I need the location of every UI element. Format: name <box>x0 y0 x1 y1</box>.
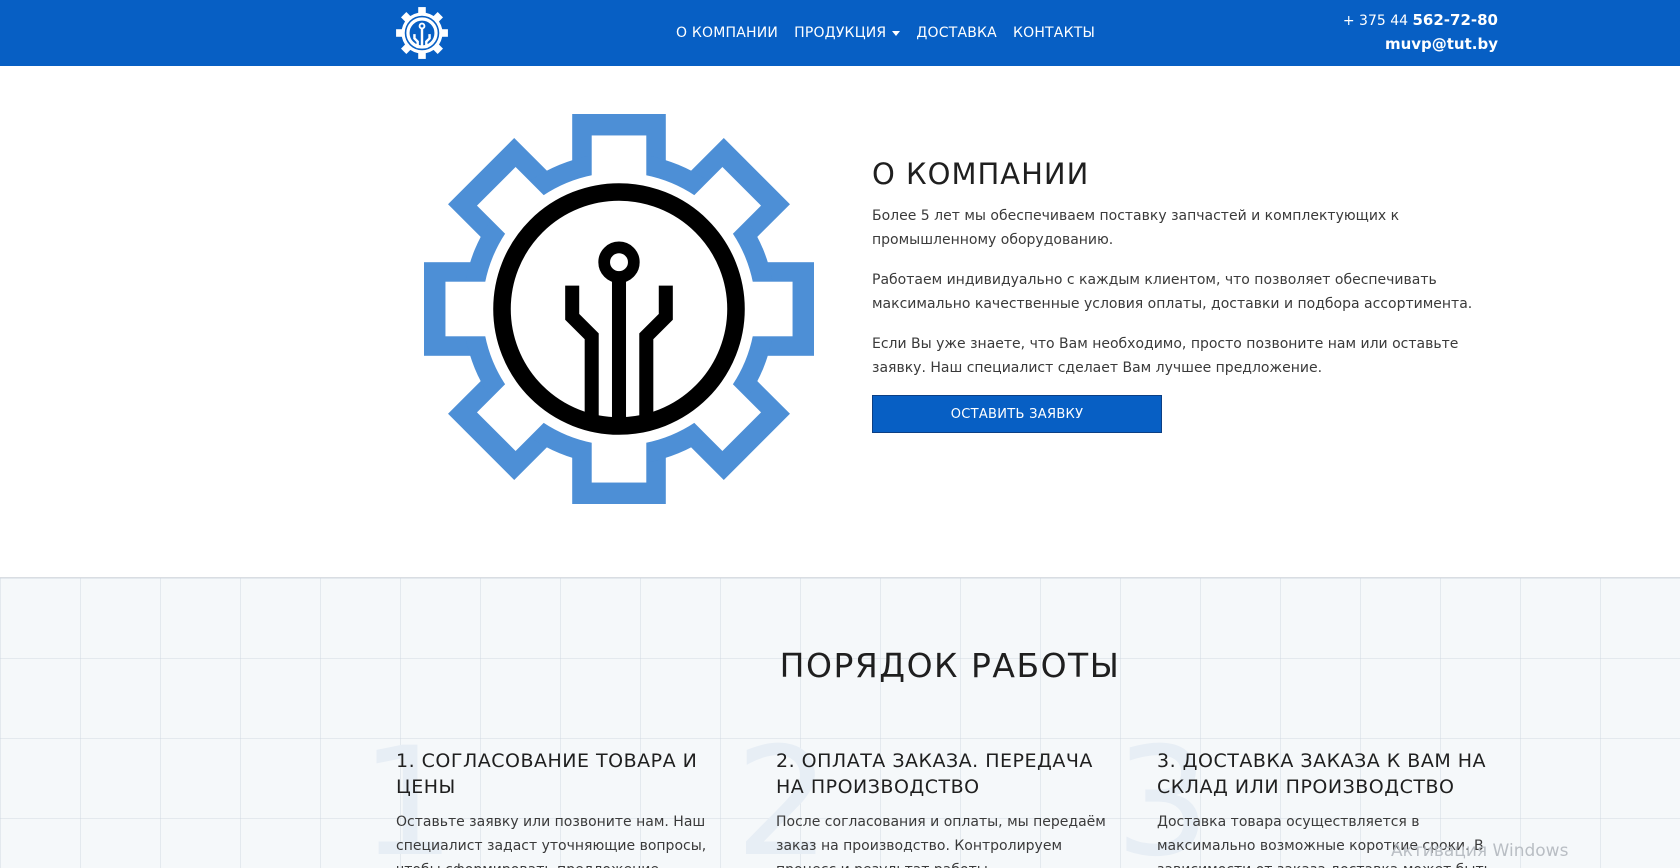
nav-item-delivery[interactable]: ДОСТАВКА <box>916 25 997 41</box>
header-contacts: + 375 44 562-72-80 muvp@tut.by <box>1343 10 1498 57</box>
nav-item-about[interactable]: О КОМПАНИИ <box>676 25 778 41</box>
step-text: Оставьте заявку или позвоните нам. Наш с… <box>396 814 707 868</box>
workflow-title: ПОРЯДОК РАБОТЫ <box>779 646 1121 685</box>
leave-request-button[interactable]: ОСТАВИТЬ ЗАЯВКУ <box>872 395 1162 433</box>
about-title: О КОМПАНИИ <box>872 157 1090 191</box>
gear-circuit-illustration <box>424 114 814 504</box>
step-title: 3. ДОСТАВКА ЗАКАЗА К ВАМ НА СКЛАД ИЛИ ПР… <box>1157 750 1487 798</box>
windows-activation-watermark: Активация Windows <box>1391 841 1569 861</box>
step-title: 2. ОПЛАТА ЗАКАЗА. ПЕРЕДАЧА НА ПРОИЗВОДСТ… <box>776 750 1093 798</box>
about-paragraph: Если Вы уже знаете, что Вам необходимо, … <box>872 336 1459 376</box>
phone-number: 562-72-80 <box>1412 11 1498 29</box>
workflow-step: 1. СОГЛАСОВАНИЕ ТОВАРА И ЦЕНЫ Оставьте з… <box>396 748 736 868</box>
nav-item-label: ПРОДУКЦИЯ <box>794 25 887 41</box>
about-paragraph: Более 5 лет мы обеспечиваем поставку зап… <box>872 208 1400 248</box>
step-text: После согласования и оплаты, мы передаём… <box>776 814 1106 868</box>
nav-item-contacts[interactable]: КОНТАКТЫ <box>1013 25 1095 41</box>
workflow-step: 2. ОПЛАТА ЗАКАЗА. ПЕРЕДАЧА НА ПРОИЗВОДСТ… <box>776 748 1116 868</box>
chevron-down-icon <box>892 30 901 36</box>
email-link[interactable]: muvp@tut.by <box>1343 31 1498 57</box>
nav-item-label: ДОСТАВКА <box>916 25 997 41</box>
nav-item-products-dropdown[interactable]: ПРОДУКЦИЯ <box>794 25 901 41</box>
about-paragraph: Работаем индивидуально с каждым клиентом… <box>872 272 1473 312</box>
main-nav: О КОМПАНИИ ПРОДУКЦИЯ ДОСТАВКА КОНТАКТЫ <box>676 0 1095 66</box>
phone-link[interactable]: + 375 44 562-72-80 <box>1343 10 1498 31</box>
gear-circuit-logo-icon[interactable] <box>395 6 449 60</box>
nav-item-label: КОНТАКТЫ <box>1012 25 1096 41</box>
nav-item-label: О КОМПАНИИ <box>676 25 779 41</box>
workflow-section: 1 2 3 ПОРЯДОК РАБОТЫ 1. СОГЛАСОВАНИЕ ТОВ… <box>0 577 1680 868</box>
phone-prefix: + 375 44 <box>1342 13 1413 29</box>
site-header: О КОМПАНИИ ПРОДУКЦИЯ ДОСТАВКА КОНТАКТЫ +… <box>0 0 1680 66</box>
step-title: 1. СОГЛАСОВАНИЕ ТОВАРА И ЦЕНЫ <box>396 750 698 798</box>
